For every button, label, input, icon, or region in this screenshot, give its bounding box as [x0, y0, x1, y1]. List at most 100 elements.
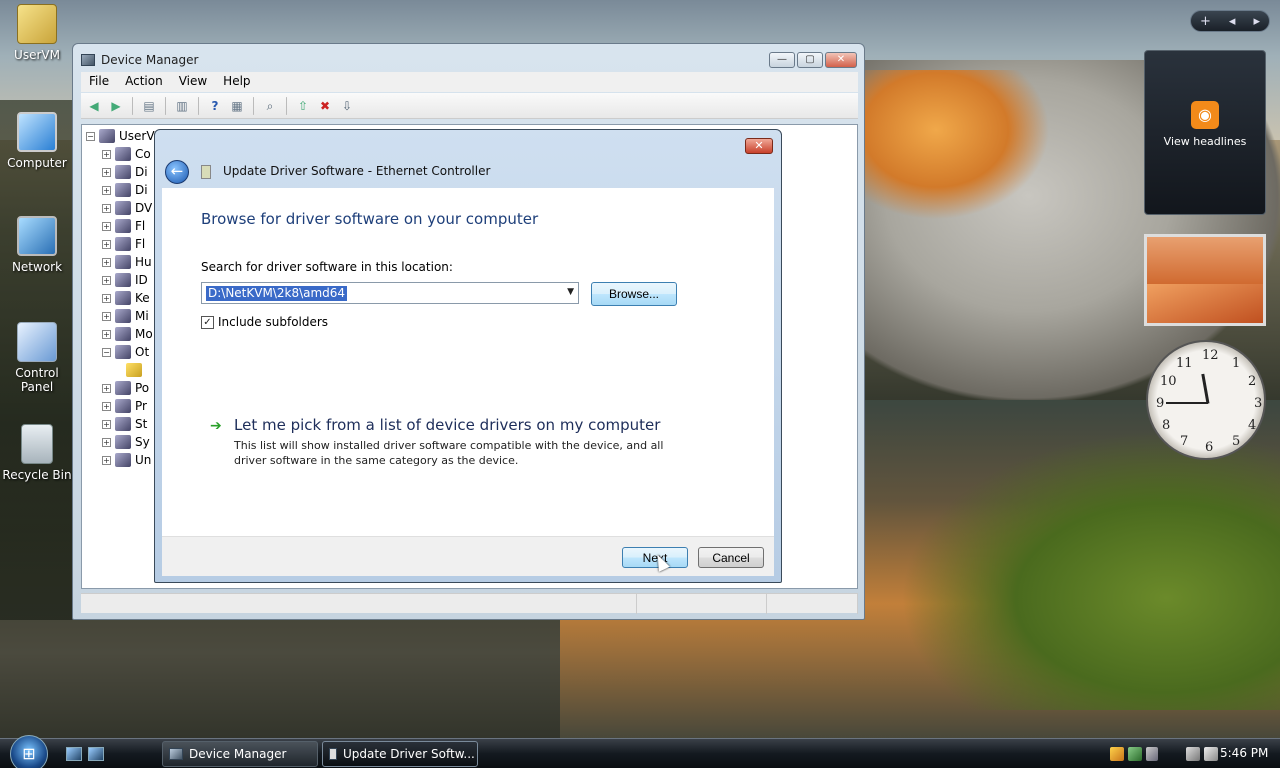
tree-item[interactable]: + DV	[102, 199, 152, 217]
expand-icon[interactable]: +	[102, 401, 111, 411]
tree-item[interactable]: + Co	[102, 145, 151, 163]
tree-item[interactable]: + St	[102, 415, 147, 433]
tree-item[interactable]: + ID	[102, 271, 148, 289]
expand-icon[interactable]: +	[102, 257, 111, 267]
tree-item[interactable]: + Ke	[102, 289, 150, 307]
collapse-icon[interactable]: −	[102, 347, 111, 357]
next-page-button[interactable]: ▸	[1253, 14, 1260, 29]
desktop-sunlit-rock	[860, 70, 1050, 220]
expand-icon[interactable]: +	[102, 419, 111, 429]
taskbar-button-device-manager[interactable]: Device Manager	[162, 741, 318, 767]
desktop-icon-computer[interactable]: Computer	[0, 112, 74, 170]
view-headlines-label[interactable]: View headlines	[1145, 135, 1265, 148]
desktop-icon-uservm[interactable]: UserVM	[0, 4, 74, 62]
menu-action[interactable]: Action	[117, 72, 171, 92]
previous-page-button[interactable]: ◂	[1229, 14, 1236, 29]
menu-view[interactable]: View	[171, 72, 215, 92]
driver-path-value[interactable]: D:\NetKVM\2k8\amd64	[206, 286, 348, 301]
expand-icon[interactable]: +	[102, 275, 111, 285]
volume-muted-icon[interactable]	[1204, 747, 1218, 761]
clock-number: 4	[1248, 418, 1257, 433]
tree-item[interactable]: + Di	[102, 163, 148, 181]
menu-file[interactable]: File	[81, 72, 117, 92]
expand-icon[interactable]: +	[102, 311, 111, 321]
expand-icon[interactable]: +	[102, 167, 111, 177]
slideshow-gadget[interactable]	[1144, 234, 1266, 326]
device-category-icon	[115, 273, 131, 287]
tree-item[interactable]	[126, 361, 146, 379]
device-manager-icon	[169, 748, 183, 760]
tree-item[interactable]: + Mo	[102, 325, 153, 343]
switch-windows-icon[interactable]	[88, 747, 104, 761]
device-manager-icon	[81, 54, 95, 66]
help-icon[interactable]: ?	[206, 97, 224, 115]
tree-item[interactable]: + Un	[102, 451, 151, 469]
tree-item[interactable]: + Hu	[102, 253, 152, 271]
network-status-icon[interactable]	[1128, 747, 1142, 761]
forward-arrow-icon[interactable]: ▶	[107, 97, 125, 115]
uninstall-icon[interactable]: ✖	[316, 97, 334, 115]
start-button[interactable]: ⊞	[10, 735, 48, 768]
minimize-button[interactable]: —	[769, 52, 795, 68]
driver-path-combobox[interactable]: D:\NetKVM\2k8\amd64 ▼	[201, 282, 579, 304]
taskbar-button-update-driver[interactable]: Update Driver Softw...	[322, 741, 478, 767]
dialog-footer: Next Cancel	[162, 536, 774, 576]
pick-from-list-link[interactable]: Let me pick from a list of device driver…	[234, 416, 660, 434]
expand-icon[interactable]: +	[102, 149, 111, 159]
tree-label: DV	[135, 201, 153, 215]
expand-icon[interactable]: +	[102, 185, 111, 195]
menu-help[interactable]: Help	[215, 72, 258, 92]
tree-item[interactable]: + Sy	[102, 433, 150, 451]
expand-icon[interactable]: +	[102, 221, 111, 231]
taskbar-clock[interactable]: 5:46 PM	[1220, 746, 1268, 760]
tree-item[interactable]: + Mi	[102, 307, 149, 325]
tree-label: Sy	[135, 435, 150, 449]
system-tray	[1110, 742, 1218, 766]
checkmark-icon[interactable]: ✓	[201, 315, 214, 329]
show-desktop-icon[interactable]	[66, 747, 82, 761]
network-disconnected-icon[interactable]	[1186, 747, 1200, 761]
scan-hardware-icon[interactable]: ⌕	[261, 97, 279, 115]
desktop-icon-network[interactable]: Network	[0, 216, 74, 274]
expand-icon[interactable]: +	[102, 329, 111, 339]
browse-button[interactable]: Browse...	[591, 282, 677, 306]
tree-label: Po	[135, 381, 150, 395]
close-button[interactable]: ✕	[745, 138, 773, 154]
view-icon[interactable]: ▦	[228, 97, 246, 115]
add-gadget-button[interactable]: +	[1200, 14, 1211, 29]
tree-item[interactable]: + Di	[102, 181, 148, 199]
expand-icon[interactable]: +	[102, 203, 111, 213]
properties-icon[interactable]: ▥	[173, 97, 191, 115]
expand-icon[interactable]: +	[102, 239, 111, 249]
expand-icon[interactable]: +	[102, 383, 111, 393]
feed-headlines-gadget[interactable]: ◉ View headlines	[1144, 50, 1266, 215]
expand-icon[interactable]: +	[102, 455, 111, 465]
back-arrow-icon[interactable]: ◀	[85, 97, 103, 115]
desktop-icon-control-panel[interactable]: Control Panel	[0, 322, 74, 394]
tree-label: UserV	[119, 129, 155, 143]
tree-root[interactable]: − UserV	[86, 127, 155, 145]
device-manager-titlebar: Device Manager	[81, 50, 198, 70]
clock-number: 3	[1254, 396, 1263, 411]
show-hide-tree-icon[interactable]: ▤	[140, 97, 158, 115]
disable-device-icon[interactable]: ⇩	[338, 97, 356, 115]
back-button[interactable]: ←	[165, 160, 189, 184]
expand-icon[interactable]: +	[102, 293, 111, 303]
tree-item[interactable]: − Ot	[102, 343, 149, 361]
close-button[interactable]: ✕	[825, 52, 857, 68]
maximize-button[interactable]: ▢	[797, 52, 823, 68]
desktop-icon-recycle-bin[interactable]: Recycle Bin	[0, 424, 74, 482]
security-shield-icon[interactable]	[1110, 747, 1124, 761]
collapse-icon[interactable]: −	[86, 131, 95, 141]
tree-item[interactable]: + Po	[102, 379, 149, 397]
display-icon[interactable]	[1146, 747, 1158, 761]
update-driver-icon[interactable]: ⇧	[294, 97, 312, 115]
include-subfolders-checkbox[interactable]: ✓ Include subfolders	[201, 315, 328, 329]
chevron-down-icon[interactable]: ▼	[567, 287, 574, 297]
clock-number: 12	[1202, 348, 1219, 363]
cancel-button[interactable]: Cancel	[698, 547, 764, 568]
tree-item[interactable]: + Pr	[102, 397, 147, 415]
expand-icon[interactable]: +	[102, 437, 111, 447]
tree-item[interactable]: + Fl	[102, 235, 145, 253]
tree-item[interactable]: + Fl	[102, 217, 145, 235]
